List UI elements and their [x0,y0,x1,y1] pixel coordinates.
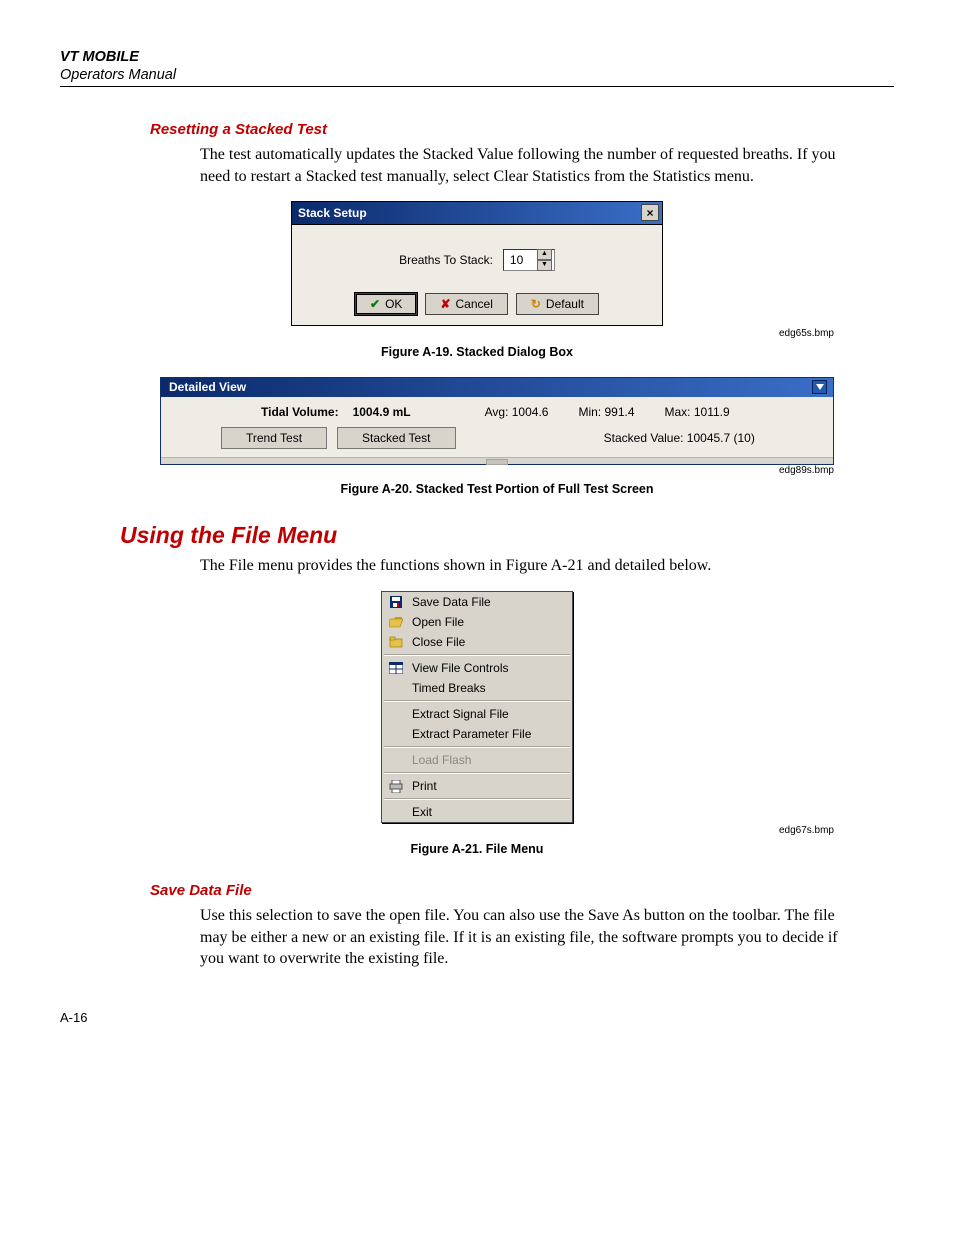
stack-setup-dialog: Stack Setup × Breaths To Stack: ▲ ▼ ✔ OK… [291,201,663,326]
menu-timed-breaks[interactable]: Timed Breaks [382,678,572,698]
menu-separator [384,700,570,702]
refresh-icon: ↻ [531,297,541,311]
menu-extract-par-label: Extract Parameter File [412,727,531,741]
menu-separator [384,746,570,748]
cancel-button[interactable]: ✘ Cancel [425,293,507,315]
spinner-up-icon[interactable]: ▲ [537,249,552,260]
heading-save-data-file: Save Data File [150,882,894,899]
para-resetting: The test automatically updates the Stack… [200,144,840,187]
detailed-view-title: Detailed View [169,380,246,394]
header-title: VT MOBILE [60,48,894,66]
page-number: A-16 [60,1010,894,1025]
print-icon [388,780,404,793]
max-value: Max: 1011.9 [665,405,730,419]
menu-extract-sig-label: Extract Signal File [412,707,509,721]
menu-view-file-controls[interactable]: View File Controls [382,658,572,678]
menu-print-label: Print [412,779,437,793]
ok-label: OK [385,297,402,311]
fig21-caption: Figure A-21. File Menu [60,842,894,856]
x-icon: ✘ [440,297,450,311]
para-file-menu: The File menu provides the functions sho… [200,555,840,577]
menu-close-label: Close File [412,635,465,649]
save-icon [388,595,404,609]
menu-separator [384,772,570,774]
file-menu: Save Data File Open File Close File View… [381,591,573,823]
fig21-filename: edg67s.bmp [60,825,834,836]
menu-separator [384,798,570,800]
menu-exit-label: Exit [412,805,432,819]
menu-loadflash-label: Load Flash [412,753,471,767]
tidal-volume-label: Tidal Volume: [261,405,339,419]
menu-load-flash: Load Flash [382,750,572,770]
breaths-to-stack-input[interactable] [508,252,534,268]
menu-close-file[interactable]: Close File [382,632,572,652]
avg-value: Avg: 1004.6 [485,405,549,419]
fig19-filename: edg65s.bmp [60,328,834,339]
close-icon[interactable]: × [641,204,659,221]
menu-save-label: Save Data File [412,595,491,609]
stack-setup-titlebar[interactable]: Stack Setup × [292,202,662,225]
stack-setup-title: Stack Setup [298,206,641,220]
menu-open-file[interactable]: Open File [382,612,572,632]
check-icon: ✔ [370,297,380,311]
default-label: Default [546,297,584,311]
spinner-down-icon[interactable]: ▼ [537,260,552,271]
tidal-volume-value: 1004.9 mL [353,405,411,419]
collapse-icon[interactable] [812,380,827,394]
menu-exit[interactable]: Exit [382,802,572,822]
fig19-caption: Figure A-19. Stacked Dialog Box [60,345,894,359]
menu-print[interactable]: Print [382,776,572,796]
breaths-to-stack-spinner[interactable]: ▲ ▼ [503,249,555,271]
fig20-caption: Figure A-20. Stacked Test Portion of Ful… [100,482,894,496]
cancel-label: Cancel [456,297,493,311]
menu-save-data-file[interactable]: Save Data File [382,592,572,612]
menu-viewctrl-label: View File Controls [412,661,508,675]
header-subtitle: Operators Manual [60,66,894,84]
menu-extract-parameter[interactable]: Extract Parameter File [382,724,572,744]
splitter-handle[interactable] [161,457,833,464]
page-header: VT MOBILE Operators Manual [60,48,894,87]
breaths-to-stack-label: Breaths To Stack: [399,253,493,267]
heading-file-menu: Using the File Menu [120,522,894,549]
detailed-view-panel: Detailed View Tidal Volume: 1004.9 mL Av… [160,377,834,465]
min-value: Min: 991.4 [578,405,634,419]
open-folder-icon [388,616,404,628]
folder-icon [388,636,404,648]
default-button[interactable]: ↻ Default [516,293,599,315]
stacked-test-button[interactable]: Stacked Test [337,427,455,449]
ok-button[interactable]: ✔ OK [355,293,417,315]
detailed-view-titlebar[interactable]: Detailed View [161,378,833,397]
para-save-data-file: Use this selection to save the open file… [200,905,840,970]
menu-timed-label: Timed Breaks [412,681,486,695]
menu-separator [384,654,570,656]
controls-icon [388,662,404,674]
stacked-value: Stacked Value: 10045.7 (10) [466,431,813,445]
menu-extract-signal[interactable]: Extract Signal File [382,704,572,724]
fig20-filename: edg89s.bmp [60,465,834,476]
trend-test-button[interactable]: Trend Test [221,427,327,449]
heading-resetting: Resetting a Stacked Test [150,121,894,138]
menu-open-label: Open File [412,615,464,629]
